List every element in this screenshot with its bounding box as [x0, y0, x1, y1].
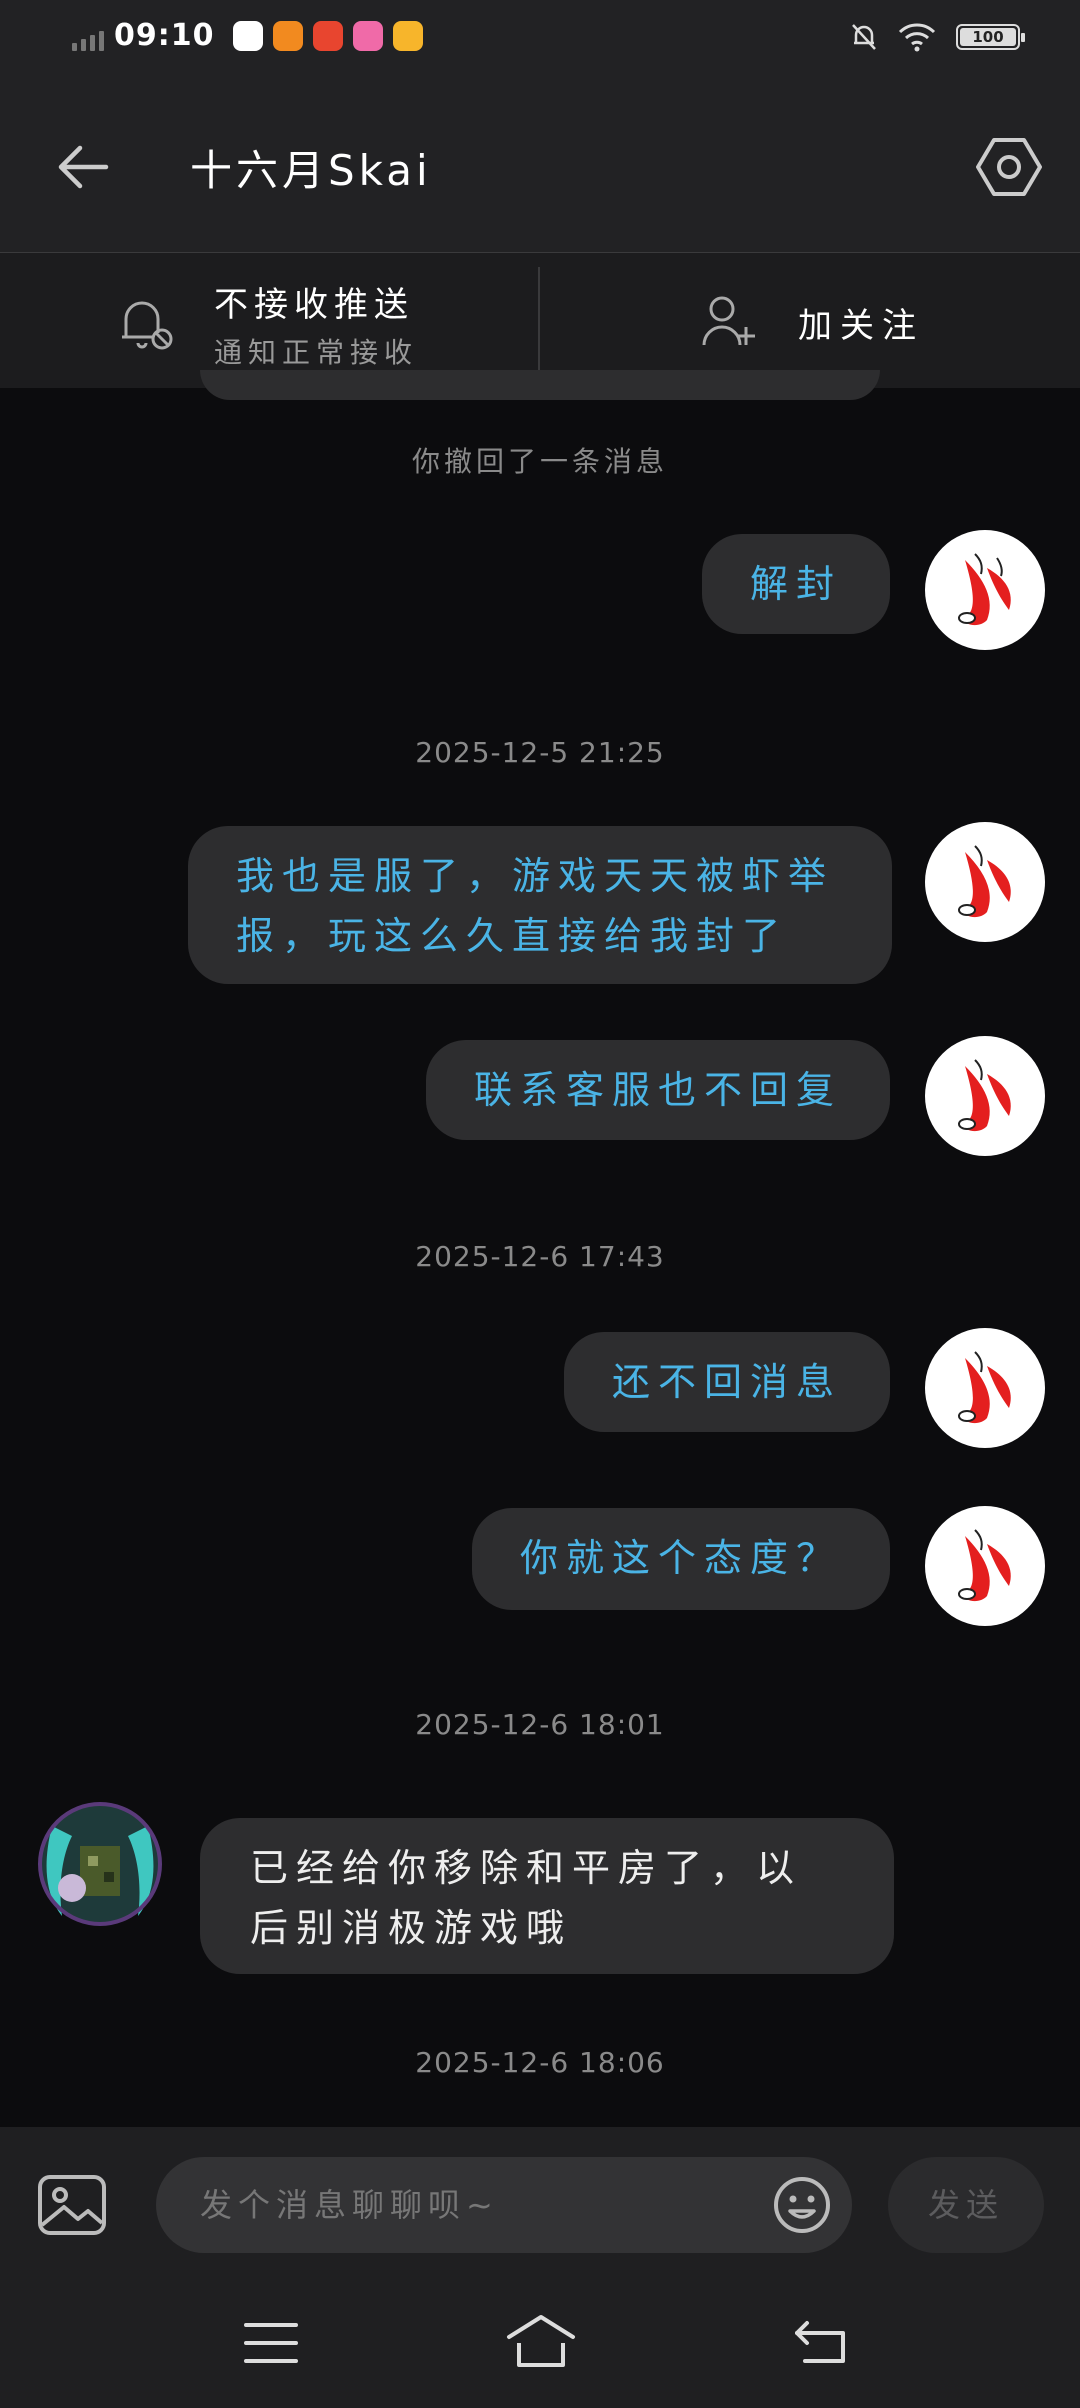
input-bar: 发个消息聊聊呗~ 发送: [0, 2127, 1080, 2277]
return-icon[interactable]: [795, 2317, 849, 2367]
bell-muted-icon[interactable]: [116, 293, 176, 353]
app-icon-3: [312, 20, 343, 51]
timestamp: 2025-12-6 18:01: [415, 1708, 665, 1741]
app-icon-5: [392, 20, 423, 51]
anime-avatar-image: [38, 1802, 162, 1926]
message-input[interactable]: 发个消息聊聊呗~: [156, 2157, 852, 2253]
timestamp: 2025-12-5 21:25: [415, 736, 665, 769]
avatar-me[interactable]: [925, 530, 1045, 650]
push-setting-title[interactable]: 不接收推送: [214, 277, 414, 326]
timestamp: 2025-12-6 18:06: [415, 2046, 665, 2079]
arrow-left-icon[interactable]: [48, 132, 118, 202]
message-bubble-outgoing[interactable]: 还不回消息: [563, 1332, 890, 1432]
app-icon-4: [352, 20, 383, 51]
avatar-me[interactable]: [925, 1506, 1045, 1626]
koi-fish-avatar-image: [958, 1059, 1011, 1132]
image-icon[interactable]: [36, 2173, 108, 2237]
avatar-other[interactable]: [22, 1786, 178, 1942]
koi-fish-avatar-image: [958, 553, 1011, 626]
system-nav-bar: [0, 2277, 1080, 2408]
hexagon-settings-icon[interactable]: [974, 132, 1044, 202]
battery-level: 100: [972, 28, 1004, 46]
app-icon-1: [232, 20, 263, 51]
chat-header: 十六月Skai: [0, 82, 1080, 253]
timestamp: 2025-12-6 17:43: [415, 1240, 665, 1273]
push-setting-subtitle: 通知正常接收: [214, 336, 419, 369]
follow-label: 加关注: [798, 305, 924, 346]
emoji-icon[interactable]: [772, 2175, 832, 2235]
send-button[interactable]: 发送: [888, 2157, 1044, 2253]
notify-bar: 不接收推送 通知正常接收 加关注: [0, 253, 1080, 388]
message-bubble-outgoing[interactable]: 解封: [701, 534, 890, 634]
message-bubble-incoming[interactable]: 已经给你移除和平房了，以后别消极游戏哦: [200, 1818, 894, 1974]
follow-button[interactable]: 加关注: [700, 293, 924, 351]
signal-icon: [72, 21, 104, 51]
koi-fish-avatar-image: [958, 1351, 1011, 1424]
status-bar: 09:10 100: [0, 0, 1080, 82]
message-bubble-outgoing[interactable]: 我也是服了，游戏天天被虾举报，玩这么久直接给我封了: [188, 826, 892, 984]
status-time: 09:10: [114, 18, 215, 53]
message-bubble-outgoing[interactable]: 你就这个态度？: [471, 1508, 890, 1610]
add-user-icon: [702, 296, 755, 346]
message-bubble-outgoing[interactable]: 联系客服也不回复: [425, 1040, 890, 1140]
avatar-me[interactable]: [925, 1328, 1045, 1448]
divider: [538, 267, 540, 375]
system-message: 你撤回了一条消息: [411, 445, 668, 478]
bell-off-icon: [852, 24, 876, 50]
koi-fish-avatar-image: [958, 845, 1011, 918]
avatar-me[interactable]: [925, 822, 1045, 942]
chat-title: 十六月Skai: [190, 146, 432, 195]
menu-icon[interactable]: [244, 2319, 298, 2367]
wifi-icon: [898, 23, 936, 52]
avatar-me[interactable]: [925, 1036, 1045, 1156]
app-icon-2: [272, 20, 303, 51]
message-bubble-partial: [200, 370, 880, 400]
battery-icon: 100: [956, 24, 1025, 50]
koi-fish-avatar-image: [958, 1529, 1011, 1602]
home-icon[interactable]: [505, 2313, 577, 2369]
